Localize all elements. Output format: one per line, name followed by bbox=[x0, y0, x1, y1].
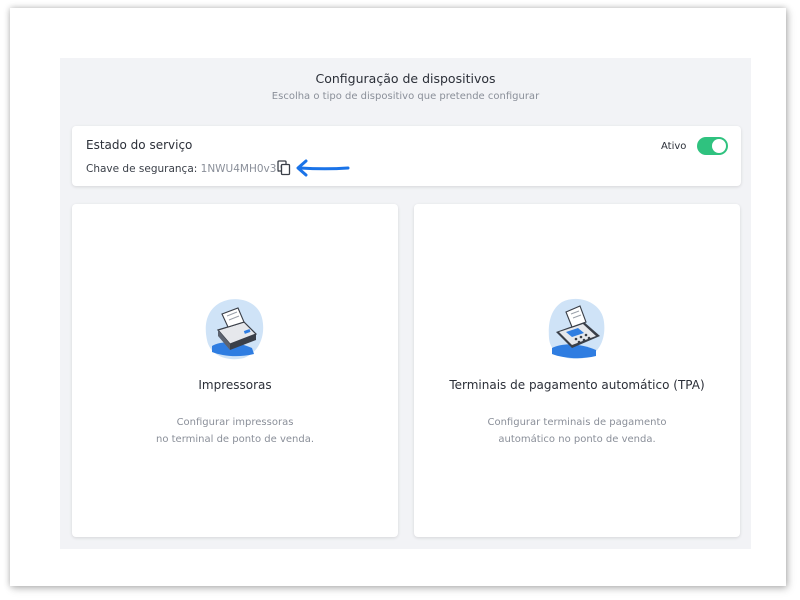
device-description-line: Configurar terminais de pagamento bbox=[487, 417, 667, 428]
service-status-title: Estado do serviço bbox=[86, 138, 193, 152]
window-frame: Configuração de dispositivos Escolha o t… bbox=[10, 8, 786, 586]
annotation-arrow-icon bbox=[296, 159, 350, 177]
payment-terminal-icon bbox=[548, 298, 605, 360]
device-card-payment-terminals[interactable]: Terminais de pagamento automático (TPA) … bbox=[414, 204, 740, 537]
device-title: Terminais de pagamento automático (TPA) bbox=[449, 378, 705, 392]
copy-icon[interactable] bbox=[277, 160, 291, 176]
security-key-value: 1NWU4MH0v3.9 bbox=[200, 163, 287, 175]
service-status-label: Ativo bbox=[661, 141, 687, 152]
device-description-line: no terminal de ponto de venda. bbox=[155, 434, 315, 445]
device-title: Impressoras bbox=[198, 378, 272, 392]
page-subtitle: Escolha o tipo de dispositivo que preten… bbox=[271, 91, 540, 102]
device-description-line: automático no ponto de venda. bbox=[498, 434, 656, 445]
toggle-knob bbox=[712, 139, 726, 153]
device-description: Configurar impressoras no terminal de po… bbox=[72, 414, 398, 448]
device-config-panel: Configuração de dispositivos Escolha o t… bbox=[60, 58, 751, 549]
printer-icon bbox=[205, 299, 264, 360]
device-description-line: Configurar impressoras bbox=[176, 417, 294, 428]
security-key-row: Chave de segurança: 1NWU4MH0v3.9 bbox=[86, 163, 286, 175]
security-key-label: Chave de segurança: bbox=[86, 163, 201, 175]
device-description: Configurar terminais de pagamento automá… bbox=[414, 414, 740, 448]
device-card-printers[interactable]: Impressoras Configurar impressoras no te… bbox=[72, 204, 398, 537]
service-status-card: Estado do serviço Chave de segurança: 1N… bbox=[72, 126, 741, 186]
page-title: Configuração de dispositivos bbox=[315, 71, 496, 86]
service-status-toggle[interactable] bbox=[697, 137, 728, 155]
